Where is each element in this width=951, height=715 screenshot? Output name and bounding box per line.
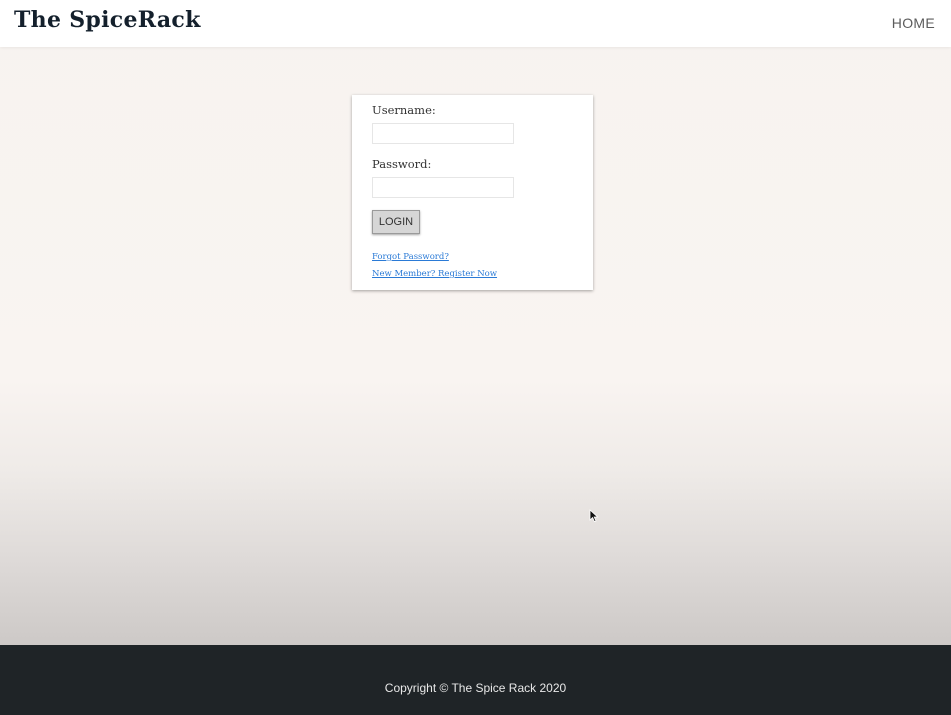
mouse-pointer-icon [589, 509, 599, 523]
username-label: Username: [372, 103, 436, 117]
password-input[interactable] [372, 177, 514, 198]
password-label: Password: [372, 157, 432, 171]
username-input[interactable] [372, 123, 514, 144]
login-button[interactable]: LOGIN [372, 210, 420, 234]
brand-logo[interactable]: The SpiceRack [14, 7, 201, 33]
register-link[interactable]: New Member? Register Now [372, 269, 497, 279]
nav-home-link[interactable]: HOME [892, 15, 935, 31]
site-footer: Copyright © The Spice Rack 2020 [0, 645, 951, 715]
forgot-password-link[interactable]: Forgot Password? [372, 252, 449, 262]
login-form: Username: Password: LOGIN Forgot Passwor… [352, 95, 593, 290]
copyright-text: Copyright © The Spice Rack 2020 [384, 681, 567, 695]
site-header: The SpiceRack HOME [0, 0, 951, 47]
